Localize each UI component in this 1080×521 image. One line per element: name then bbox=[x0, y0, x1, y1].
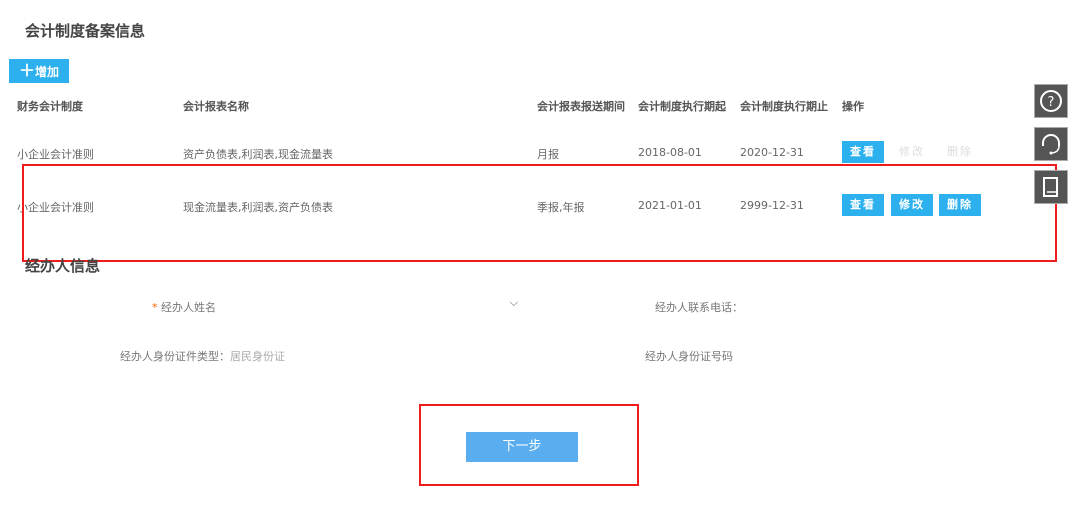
cell-start: 2018-08-01 bbox=[638, 146, 702, 159]
cell-reports: 资产负债表,利润表,现金流量表 bbox=[183, 148, 333, 161]
id-type-select[interactable]: 居民身份证 bbox=[230, 348, 285, 364]
col-header: 会计报表报送期间 bbox=[537, 100, 625, 113]
id-type-label: 经办人身份证件类型： bbox=[120, 350, 230, 363]
next-button[interactable]: 下一步 bbox=[466, 432, 578, 462]
phone-input[interactable] bbox=[740, 294, 1020, 316]
id-number-input[interactable] bbox=[740, 343, 1020, 365]
cell-end: 2020-12-31 bbox=[740, 146, 804, 159]
cell-period: 月报 bbox=[537, 148, 559, 161]
section-title-handler: 经办人信息 bbox=[25, 257, 101, 275]
handler-name-select[interactable]: ⌵ bbox=[230, 294, 520, 316]
id-number-label: 经办人身份证号码 bbox=[645, 350, 733, 363]
col-header: 会计报表名称 bbox=[183, 100, 249, 113]
plus-icon: ＋ bbox=[18, 61, 35, 80]
cell-system: 小企业会计准则 bbox=[17, 148, 94, 161]
col-header: 财务会计制度 bbox=[17, 100, 83, 113]
view-button[interactable]: 查看 bbox=[842, 141, 884, 163]
svg-text:?: ? bbox=[1048, 95, 1055, 110]
col-header: 操作 bbox=[842, 100, 864, 113]
chevron-down-icon: ⌵ bbox=[509, 296, 518, 309]
edit-button-disabled: 修改 bbox=[899, 145, 925, 158]
highlight-box-row bbox=[22, 164, 1057, 262]
delete-button-disabled: 删除 bbox=[947, 145, 973, 158]
section-title-accounting: 会计制度备案信息 bbox=[25, 22, 146, 40]
required-mark: * bbox=[152, 301, 158, 314]
headset-icon[interactable] bbox=[1034, 127, 1068, 161]
col-header: 会计制度执行期起 bbox=[638, 100, 726, 113]
help-icon[interactable]: ? bbox=[1034, 84, 1068, 118]
phone-label: 经办人联系电话： bbox=[655, 301, 743, 314]
book-icon[interactable] bbox=[1034, 170, 1068, 204]
col-header: 会计制度执行期止 bbox=[740, 100, 828, 113]
handler-name-label: * 经办人姓名 bbox=[152, 301, 216, 314]
add-button[interactable]: ＋增加 bbox=[9, 59, 69, 83]
